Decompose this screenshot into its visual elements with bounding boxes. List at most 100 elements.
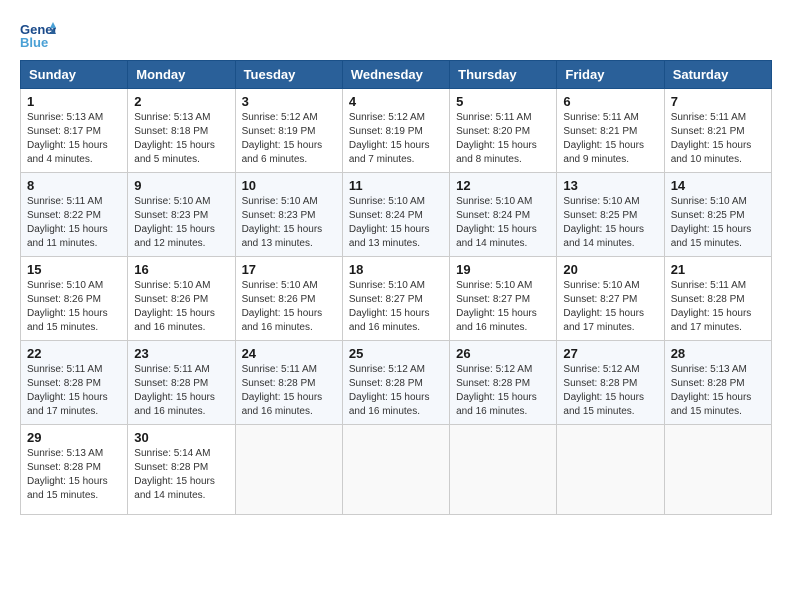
day-number: 16 — [134, 262, 228, 277]
day-info: Sunrise: 5:11 AMSunset: 8:28 PMDaylight:… — [134, 363, 228, 419]
calendar-cell: 3 Sunrise: 5:12 AMSunset: 8:19 PMDaylight… — [235, 89, 342, 173]
day-number: 12 — [456, 178, 550, 193]
calendar-cell: 13 Sunrise: 5:10 AMSunset: 8:25 PMDayligh… — [557, 173, 664, 257]
day-info: Sunrise: 5:12 AMSunset: 8:28 PMDaylight:… — [563, 363, 657, 419]
calendar-cell: 7 Sunrise: 5:11 AMSunset: 8:21 PMDaylight… — [664, 89, 771, 173]
calendar-cell: 29 Sunrise: 5:13 AMSunset: 8:28 PMDayligh… — [21, 425, 128, 515]
week-row-5: 29 Sunrise: 5:13 AMSunset: 8:28 PMDayligh… — [21, 425, 772, 515]
calendar-cell: 6Sunrise: 5:11 AMSunset: 8:21 PMDaylight… — [557, 89, 664, 173]
calendar-cell: 22 Sunrise: 5:11 AMSunset: 8:28 PMDayligh… — [21, 341, 128, 425]
day-number: 9 — [134, 178, 228, 193]
header-sunday: Sunday — [21, 61, 128, 89]
calendar-cell: 12 Sunrise: 5:10 AMSunset: 8:24 PMDayligh… — [450, 173, 557, 257]
day-info: Sunrise: 5:12 AMSunset: 8:28 PMDaylight:… — [349, 363, 443, 419]
day-number: 21 — [671, 262, 765, 277]
calendar-cell — [450, 425, 557, 515]
day-number: 13 — [563, 178, 657, 193]
calendar-cell: 30 Sunrise: 5:14 AMSunset: 8:28 PMDayligh… — [128, 425, 235, 515]
day-info: Sunrise: 5:10 AMSunset: 8:24 PMDaylight:… — [456, 195, 550, 251]
calendar-cell: 1 Sunrise: 5:13 AMSunset: 8:17 PMDaylight… — [21, 89, 128, 173]
day-info: Sunrise: 5:11 AMSunset: 8:28 PMDaylight:… — [242, 363, 336, 419]
day-info: Sunrise: 5:13 AMSunset: 8:28 PMDaylight:… — [671, 363, 765, 419]
calendar-cell — [342, 425, 449, 515]
day-number: 23 — [134, 346, 228, 361]
day-number: 15 — [27, 262, 121, 277]
day-number: 4 — [349, 94, 443, 109]
day-info: Sunrise: 5:13 AMSunset: 8:28 PMDaylight:… — [27, 447, 121, 503]
calendar-cell: 4 Sunrise: 5:12 AMSunset: 8:19 PMDaylight… — [342, 89, 449, 173]
calendar-cell: 25 Sunrise: 5:12 AMSunset: 8:28 PMDayligh… — [342, 341, 449, 425]
header-saturday: Saturday — [664, 61, 771, 89]
day-info: Sunrise: 5:10 AMSunset: 8:27 PMDaylight:… — [563, 279, 657, 335]
day-number: 1 — [27, 94, 121, 109]
header-tuesday: Tuesday — [235, 61, 342, 89]
calendar-cell: 16Sunrise: 5:10 AMSunset: 8:26 PMDayligh… — [128, 257, 235, 341]
day-info: Sunrise: 5:10 AMSunset: 8:26 PMDaylight:… — [242, 279, 336, 335]
calendar-cell: 24 Sunrise: 5:11 AMSunset: 8:28 PMDayligh… — [235, 341, 342, 425]
calendar-cell: 15 Sunrise: 5:10 AMSunset: 8:26 PMDayligh… — [21, 257, 128, 341]
day-info: Sunrise: 5:10 AMSunset: 8:23 PMDaylight:… — [134, 195, 228, 251]
day-info: Sunrise: 5:12 AMSunset: 8:19 PMDaylight:… — [349, 111, 443, 167]
logo-icon: General Blue — [20, 20, 56, 50]
calendar-cell: 9 Sunrise: 5:10 AMSunset: 8:23 PMDaylight… — [128, 173, 235, 257]
day-number: 28 — [671, 346, 765, 361]
day-info: Sunrise: 5:14 AMSunset: 8:28 PMDaylight:… — [134, 447, 228, 503]
day-number: 3 — [242, 94, 336, 109]
day-info: Sunrise: 5:10 AMSunset: 8:25 PMDaylight:… — [671, 195, 765, 251]
calendar-cell — [235, 425, 342, 515]
day-info: Sunrise: 5:10 AMSunset: 8:26 PMDaylight:… — [27, 279, 121, 335]
day-number: 6 — [563, 94, 657, 109]
calendar-cell — [664, 425, 771, 515]
day-number: 29 — [27, 430, 121, 445]
svg-text:Blue: Blue — [20, 35, 48, 50]
day-number: 30 — [134, 430, 228, 445]
header-row: SundayMondayTuesdayWednesdayThursdayFrid… — [21, 61, 772, 89]
day-info: Sunrise: 5:10 AMSunset: 8:24 PMDaylight:… — [349, 195, 443, 251]
calendar-cell: 18 Sunrise: 5:10 AMSunset: 8:27 PMDayligh… — [342, 257, 449, 341]
day-number: 20 — [563, 262, 657, 277]
calendar-cell: 21 Sunrise: 5:11 AMSunset: 8:28 PMDayligh… — [664, 257, 771, 341]
week-row-3: 15 Sunrise: 5:10 AMSunset: 8:26 PMDayligh… — [21, 257, 772, 341]
day-number: 17 — [242, 262, 336, 277]
calendar-table: SundayMondayTuesdayWednesdayThursdayFrid… — [20, 60, 772, 515]
day-number: 24 — [242, 346, 336, 361]
day-info: Sunrise: 5:11 AMSunset: 8:20 PMDaylight:… — [456, 111, 550, 167]
day-number: 19 — [456, 262, 550, 277]
header-wednesday: Wednesday — [342, 61, 449, 89]
day-info: Sunrise: 5:10 AMSunset: 8:23 PMDaylight:… — [242, 195, 336, 251]
day-info: Sunrise: 5:11 AMSunset: 8:22 PMDaylight:… — [27, 195, 121, 251]
calendar-cell: 28 Sunrise: 5:13 AMSunset: 8:28 PMDayligh… — [664, 341, 771, 425]
calendar-cell: 11 Sunrise: 5:10 AMSunset: 8:24 PMDayligh… — [342, 173, 449, 257]
calendar-cell: 10Sunrise: 5:10 AMSunset: 8:23 PMDayligh… — [235, 173, 342, 257]
calendar-cell: 26 Sunrise: 5:12 AMSunset: 8:28 PMDayligh… — [450, 341, 557, 425]
header-thursday: Thursday — [450, 61, 557, 89]
calendar-cell: 2 Sunrise: 5:13 AMSunset: 8:18 PMDaylight… — [128, 89, 235, 173]
day-number: 25 — [349, 346, 443, 361]
day-number: 2 — [134, 94, 228, 109]
week-row-1: 1 Sunrise: 5:13 AMSunset: 8:17 PMDaylight… — [21, 89, 772, 173]
day-number: 7 — [671, 94, 765, 109]
day-info: Sunrise: 5:10 AMSunset: 8:25 PMDaylight:… — [563, 195, 657, 251]
day-info: Sunrise: 5:10 AMSunset: 8:27 PMDaylight:… — [456, 279, 550, 335]
calendar-cell: 27Sunrise: 5:12 AMSunset: 8:28 PMDayligh… — [557, 341, 664, 425]
day-info: Sunrise: 5:12 AMSunset: 8:28 PMDaylight:… — [456, 363, 550, 419]
calendar-cell: 5Sunrise: 5:11 AMSunset: 8:20 PMDaylight… — [450, 89, 557, 173]
day-number: 22 — [27, 346, 121, 361]
calendar-cell: 8Sunrise: 5:11 AMSunset: 8:22 PMDaylight… — [21, 173, 128, 257]
day-info: Sunrise: 5:11 AMSunset: 8:21 PMDaylight:… — [671, 111, 765, 167]
day-info: Sunrise: 5:13 AMSunset: 8:18 PMDaylight:… — [134, 111, 228, 167]
logo: General Blue — [20, 20, 56, 50]
day-info: Sunrise: 5:11 AMSunset: 8:28 PMDaylight:… — [671, 279, 765, 335]
day-info: Sunrise: 5:11 AMSunset: 8:28 PMDaylight:… — [27, 363, 121, 419]
day-number: 18 — [349, 262, 443, 277]
header-friday: Friday — [557, 61, 664, 89]
day-info: Sunrise: 5:13 AMSunset: 8:17 PMDaylight:… — [27, 111, 121, 167]
day-info: Sunrise: 5:12 AMSunset: 8:19 PMDaylight:… — [242, 111, 336, 167]
day-info: Sunrise: 5:10 AMSunset: 8:27 PMDaylight:… — [349, 279, 443, 335]
day-number: 26 — [456, 346, 550, 361]
calendar-cell: 19 Sunrise: 5:10 AMSunset: 8:27 PMDayligh… — [450, 257, 557, 341]
day-number: 11 — [349, 178, 443, 193]
calendar-cell: 20 Sunrise: 5:10 AMSunset: 8:27 PMDayligh… — [557, 257, 664, 341]
page-header: General Blue — [20, 20, 772, 50]
calendar-cell — [557, 425, 664, 515]
